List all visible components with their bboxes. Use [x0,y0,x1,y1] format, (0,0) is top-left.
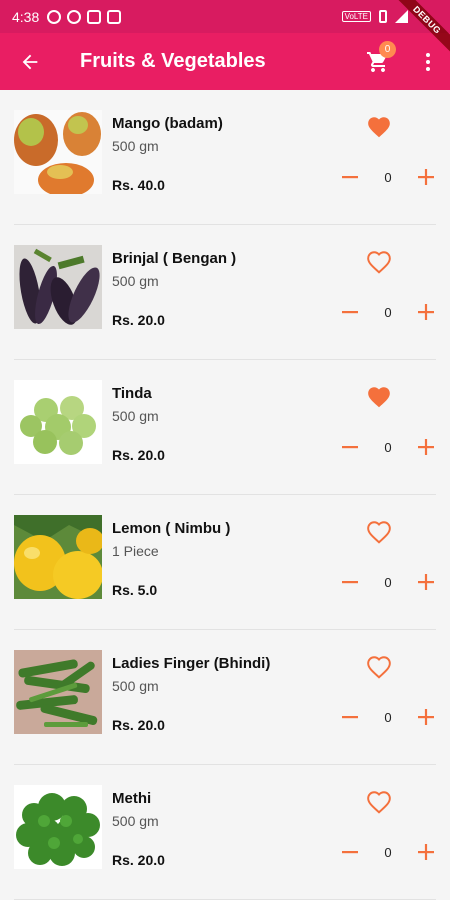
quantity-stepper: 0 [338,837,438,867]
product-quantity: 500 gm [112,273,159,289]
product-name: Brinjal ( Bengan ) [112,250,237,267]
decrement-button[interactable] [338,840,362,864]
minus-icon [342,851,358,854]
product-list: Mango (badam) 500 gm Rs. 40.0 0 Brinjal … [0,90,450,900]
chat-icon [67,9,82,24]
product-image [14,380,102,464]
product-name: Methi [112,790,152,807]
heart-outline-icon [367,656,391,679]
favorite-button[interactable] [366,385,392,409]
favorite-button[interactable] [366,790,392,814]
signal-icon [395,10,408,23]
plus-icon [417,574,434,590]
more-vert-icon [426,52,430,71]
favorite-button[interactable] [366,655,392,679]
product-image [14,650,102,734]
cart-button[interactable]: 0 [358,33,398,90]
cart-count-badge: 0 [379,41,396,58]
overflow-menu-button[interactable] [416,33,440,90]
product-row[interactable]: Lemon ( Nimbu ) 1 Piece Rs. 5.0 0 [14,495,436,630]
item-count: 0 [384,844,392,860]
product-row[interactable]: Mango (badam) 500 gm Rs. 40.0 0 [14,90,436,225]
app-icon [87,9,102,24]
product-name: Mango (badam) [112,115,223,132]
decrement-button[interactable] [338,165,362,189]
item-count: 0 [384,439,392,455]
heart-filled-icon [368,387,390,408]
minus-icon [342,581,358,584]
item-count: 0 [384,169,392,185]
heart-outline-icon [367,251,391,274]
heart-filled-icon [368,117,390,138]
vibrate-icon [379,10,387,23]
product-quantity: 500 gm [112,678,159,694]
heart-outline-icon [367,521,391,544]
quantity-stepper: 0 [338,432,438,462]
increment-button[interactable] [414,840,438,864]
plus-icon [417,844,434,860]
product-price: Rs. 20.0 [112,447,165,463]
product-name: Tinda [112,385,152,402]
favorite-button[interactable] [366,520,392,544]
increment-button[interactable] [414,705,438,729]
quantity-stepper: 0 [338,162,438,192]
product-image [14,245,102,329]
status-time: 4:38 [12,8,40,25]
app-bar: Fruits & Vegetables 0 [0,33,450,90]
status-bar: 4:38 VoLTE [0,0,450,33]
product-image [14,110,102,194]
product-quantity: 500 gm [112,138,159,154]
product-price: Rs. 20.0 [112,717,165,733]
page-title: Fruits & Vegetables [80,50,266,72]
minus-icon [342,311,358,314]
decrement-button[interactable] [338,705,362,729]
whatsapp-icon [47,9,62,24]
minus-icon [342,716,358,719]
product-row[interactable]: Ladies Finger (Bhindi) 500 gm Rs. 20.0 0 [14,630,436,765]
favorite-button[interactable] [366,250,392,274]
product-quantity: 500 gm [112,813,159,829]
item-count: 0 [384,709,392,725]
system-icons: VoLTE [341,10,408,23]
product-name: Lemon ( Nimbu ) [112,520,231,537]
product-price: Rs. 40.0 [112,177,165,193]
plus-icon [417,169,434,185]
decrement-button[interactable] [338,300,362,324]
product-price: Rs. 20.0 [112,852,165,868]
plus-icon [417,304,434,320]
notification-icons [47,9,122,24]
product-row[interactable]: Brinjal ( Bengan ) 500 gm Rs. 20.0 0 [14,225,436,360]
decrement-button[interactable] [338,435,362,459]
plus-icon [417,439,434,455]
plus-icon [417,709,434,725]
quantity-stepper: 0 [338,702,438,732]
product-quantity: 500 gm [112,408,159,424]
product-price: Rs. 5.0 [112,582,158,598]
item-count: 0 [384,304,392,320]
product-image [14,785,102,869]
product-image [14,515,102,599]
product-quantity: 1 Piece [112,543,159,559]
increment-button[interactable] [414,435,438,459]
favorite-button[interactable] [366,115,392,139]
increment-button[interactable] [414,300,438,324]
quantity-stepper: 0 [338,297,438,327]
product-row[interactable]: Methi 500 gm Rs. 20.0 0 [14,765,436,900]
product-price: Rs. 20.0 [112,312,165,328]
decrement-button[interactable] [338,570,362,594]
back-button[interactable] [0,33,60,90]
product-row[interactable]: Tinda 500 gm Rs. 20.0 0 [14,360,436,495]
increment-button[interactable] [414,165,438,189]
increment-button[interactable] [414,570,438,594]
heart-outline-icon [367,791,391,814]
minus-icon [342,446,358,449]
item-count: 0 [384,574,392,590]
volte-badge: VoLTE [341,11,371,22]
minus-icon [342,176,358,179]
product-name: Ladies Finger (Bhindi) [112,655,271,672]
app-icon [107,9,122,24]
arrow-back-icon [22,54,38,69]
quantity-stepper: 0 [338,567,438,597]
